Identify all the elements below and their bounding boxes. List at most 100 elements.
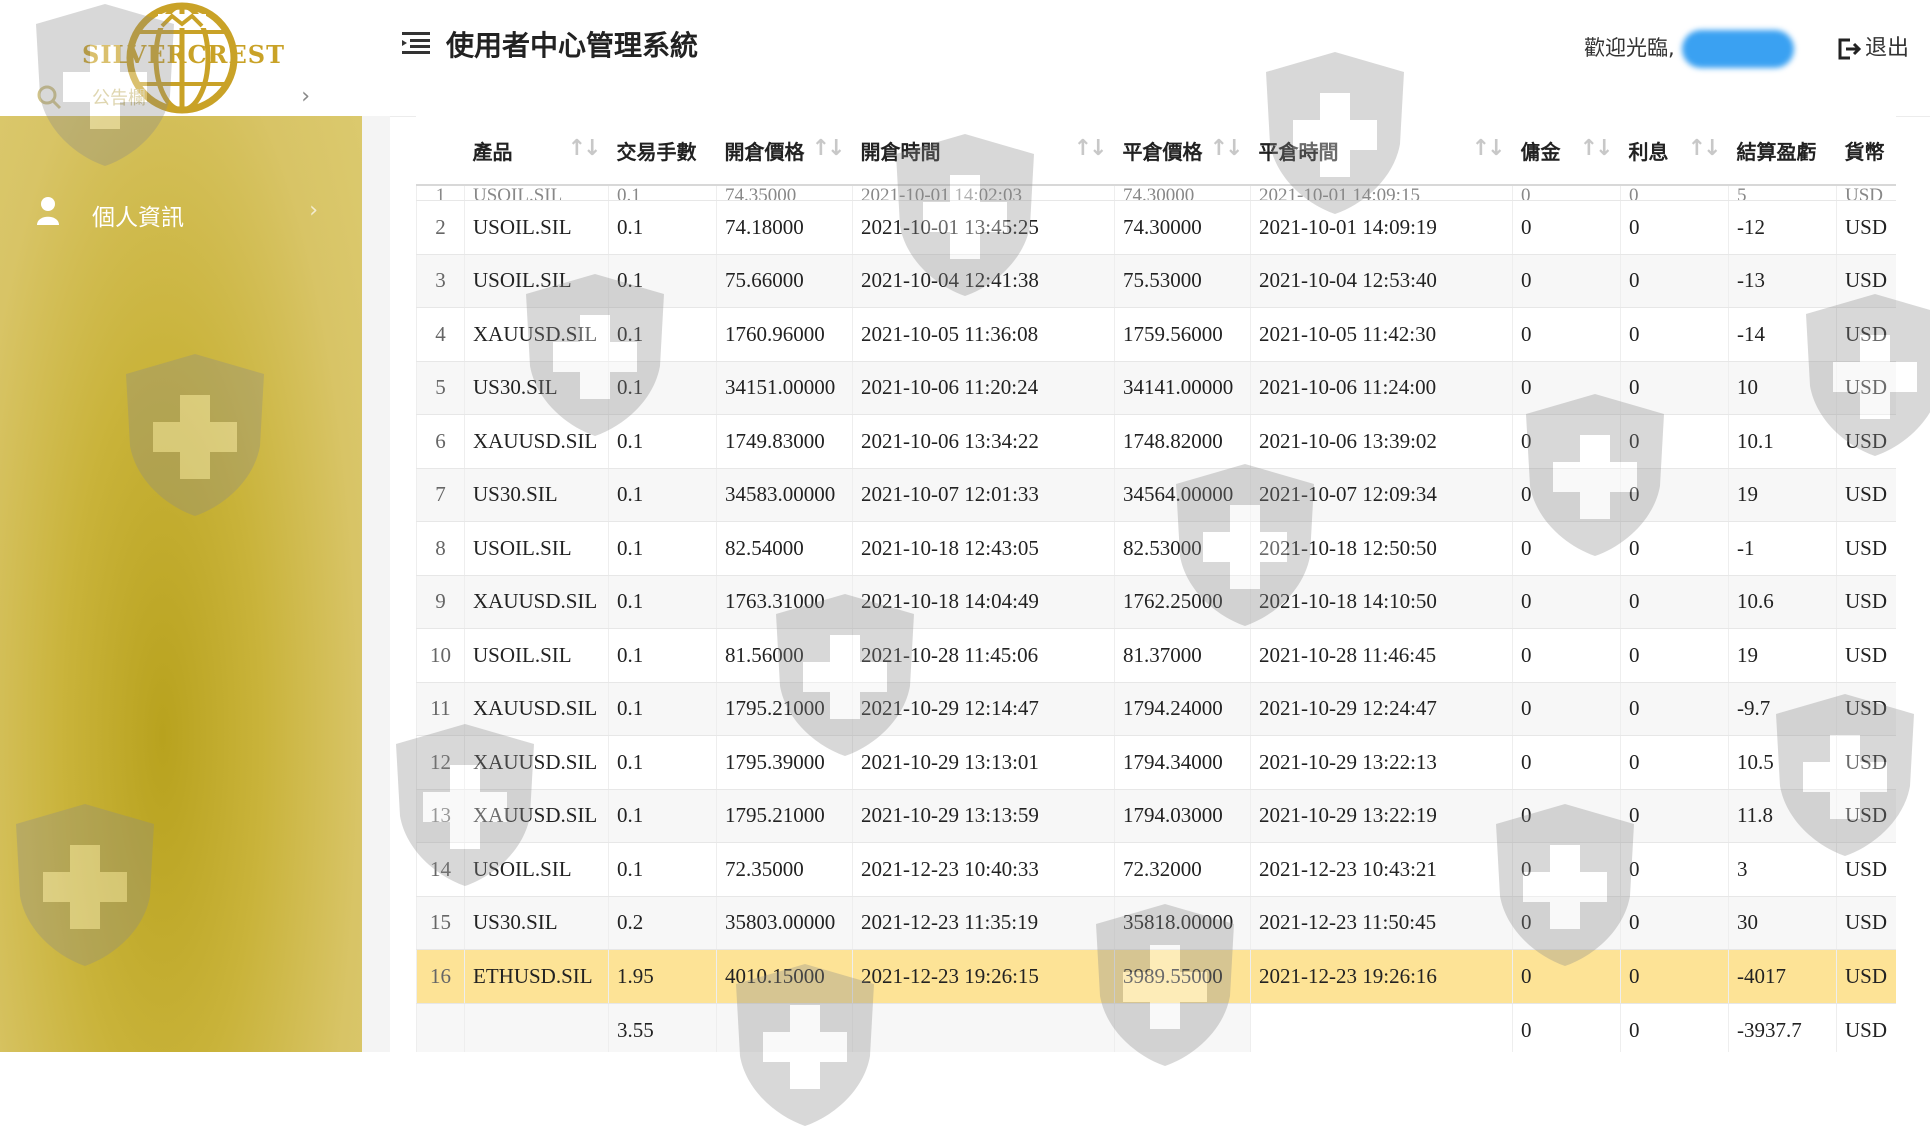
cell-lots: 0.1 — [608, 521, 717, 576]
table-row: 13 XAUUSD.SIL 0.1 1795.21000 2021-10-29 13:1… — [416, 789, 1896, 843]
cell-product: USOIL.SIL — [464, 521, 609, 576]
table-row: 11 XAUUSD.SIL 0.1 1795.21000 2021-10-29 12:1… — [416, 682, 1896, 736]
cell-open-time: 2021-10-18 14:04:49 — [852, 575, 1115, 629]
cell-open-time: 2021-12-23 19:26:15 — [852, 949, 1115, 1004]
cell-lots: 0.2 — [608, 896, 717, 950]
cell-interest: 0 — [1620, 307, 1729, 362]
cell-close-time: 2021-10-28 11:46:45 — [1250, 628, 1513, 683]
sidebar-item-label: 個人資訊 — [92, 205, 184, 231]
cell-commission: 0 — [1512, 575, 1621, 629]
cell-currency: USD — [1836, 468, 1896, 522]
column-header-close-price[interactable]: 平倉價格 ↑↓ — [1114, 116, 1251, 186]
cell-interest: 0 — [1620, 414, 1729, 469]
cell-row-index: 11 — [416, 682, 465, 736]
cell-currency: USD — [1836, 842, 1896, 897]
cell-lots: 0.1 — [608, 682, 717, 736]
column-header-commission[interactable]: 傭金 ↑↓ — [1512, 116, 1621, 186]
cell-interest: 0 — [1620, 200, 1729, 255]
sort-icon[interactable]: ↑↓ — [1688, 136, 1722, 161]
table-row: 9 XAUUSD.SIL 0.1 1763.31000 2021-10-18 14:04… — [416, 575, 1896, 629]
cell-open-price: 34151.00000 — [716, 361, 853, 415]
logout-icon — [1838, 38, 1862, 60]
cell-open-price: 72.35000 — [716, 842, 853, 897]
column-header-interest[interactable]: 利息 ↑↓ — [1620, 116, 1729, 186]
cell-open-price: 82.54000 — [716, 521, 853, 576]
sidebar-item-personal-info[interactable]: 個人資訊 › — [0, 196, 362, 236]
cell-interest: 0 — [1620, 628, 1729, 683]
cell-product: XAUUSD.SIL — [464, 575, 609, 629]
column-header-product[interactable]: 產品 ↑↓ — [464, 116, 609, 186]
cell-interest: 0 — [1620, 468, 1729, 522]
cell-open-time: 2021-10-01 13:45:25 — [852, 200, 1115, 255]
cell-close-time: 2021-10-18 14:10:50 — [1250, 575, 1513, 629]
column-header-close-time[interactable]: 平倉時間 ↑↓ — [1250, 116, 1513, 186]
cell-commission: 0 — [1512, 896, 1621, 950]
sort-icon[interactable]: ↑↓ — [1472, 136, 1506, 161]
column-header-lots[interactable]: 交易手數 — [608, 116, 717, 186]
cell-close-price: 75.53000 — [1114, 254, 1251, 308]
cell-interest: 0 — [1620, 254, 1729, 308]
table-row: 5 US30.SIL 0.1 34151.00000 2021-10-06 11:20:… — [416, 361, 1896, 415]
cell-product: USOIL.SIL — [464, 842, 609, 897]
cell-commission: 0 — [1512, 521, 1621, 576]
table-row: 14 USOIL.SIL 0.1 72.35000 2021-12-23 10:40:3… — [416, 842, 1896, 897]
table-row: 7 US30.SIL 0.1 34583.00000 2021-10-07 12:01:… — [416, 468, 1896, 522]
cell-pnl: -14 — [1728, 307, 1837, 362]
cell-close-time: 2021-12-23 11:50:45 — [1250, 896, 1513, 950]
cell-pnl: 30 — [1728, 896, 1837, 950]
cell-pnl: 19 — [1728, 468, 1837, 522]
cell-commission: 0 — [1512, 254, 1621, 308]
cell-close-price: 1794.24000 — [1114, 682, 1251, 736]
sidebar-item-announcement[interactable]: 公告欄 › — [30, 84, 330, 112]
column-header-currency[interactable]: 貨幣 — [1836, 116, 1896, 186]
trade-history-table: 產品 ↑↓ 交易手數 開倉價格 ↑↓ 開倉時間 ↑↓ 平倉價格 ↑↓ 平倉時間 ↑↓ 傭金… — [416, 116, 1896, 1052]
table-row: 15 US30.SIL 0.2 35803.00000 2021-12-23 11:35… — [416, 896, 1896, 950]
cell-interest: 0 — [1620, 682, 1729, 736]
cell-currency: USD — [1836, 361, 1896, 415]
table-row-partial: 1 USOIL.SIL 0.1 74.35000 2021-10-01 14:0… — [416, 185, 1896, 201]
table-row: 6 XAUUSD.SIL 0.1 1749.83000 2021-10-06 13:34… — [416, 414, 1896, 469]
cell-currency: USD — [1836, 200, 1896, 255]
cell-product: XAUUSD.SIL — [464, 307, 609, 362]
column-header-pnl[interactable]: 結算盈虧 — [1728, 116, 1837, 186]
cell-open-price: 35803.00000 — [716, 896, 853, 950]
cell-open-price: 75.66000 — [716, 254, 853, 308]
sort-icon[interactable]: ↑↓ — [1210, 136, 1244, 161]
cell-close-price: 3989.55000 — [1114, 949, 1251, 1004]
sort-icon[interactable]: ↑↓ — [812, 136, 846, 161]
cell-row-index: 5 — [416, 361, 465, 415]
cell-close-time: 2021-10-29 12:24:47 — [1250, 682, 1513, 736]
cell-close-price: 1762.25000 — [1114, 575, 1251, 629]
sort-icon[interactable]: ↑↓ — [568, 136, 602, 161]
cell-close-time: 2021-10-05 11:42:30 — [1250, 307, 1513, 362]
total-commission: 0 — [1512, 1003, 1621, 1052]
table-row: 12 XAUUSD.SIL 0.1 1795.39000 2021-10-29 13:1… — [416, 735, 1896, 790]
cell-row-index: 8 — [416, 521, 465, 576]
sort-icon[interactable]: ↑↓ — [1074, 136, 1108, 161]
cell-lots: 0.1 — [608, 254, 717, 308]
cell-product: US30.SIL — [464, 896, 609, 950]
cell-interest: 0 — [1620, 949, 1729, 1004]
sidebar: SILVERCREST 公告欄 › 個人資訊 › — [0, 0, 362, 1052]
redacted-username — [1682, 30, 1794, 68]
cell-currency: USD — [1836, 254, 1896, 308]
sort-icon[interactable]: ↑↓ — [1580, 136, 1614, 161]
content-gutter — [362, 116, 390, 1052]
cell-commission: 0 — [1512, 200, 1621, 255]
column-header-open-price[interactable]: 開倉價格 ↑↓ — [716, 116, 853, 186]
logout-button[interactable]: 退出 — [1837, 30, 1909, 62]
total-lots: 3.55 — [608, 1003, 717, 1052]
cell-close-time: 2021-12-23 19:26:16 — [1250, 949, 1513, 1004]
cell-row-index: 16 — [416, 949, 465, 1004]
cell-close-price: 74.30000 — [1114, 200, 1251, 255]
cell-lots: 0.1 — [608, 307, 717, 362]
cell-close-time: 2021-12-23 10:43:21 — [1250, 842, 1513, 897]
cell-close-time: 2021-10-29 13:22:19 — [1250, 789, 1513, 843]
cell-currency: USD — [1836, 682, 1896, 736]
cell-interest: 0 — [1620, 735, 1729, 790]
cell-open-time: 2021-10-29 13:13:59 — [852, 789, 1115, 843]
cell-interest: 0 — [1620, 361, 1729, 415]
cell-row-index: 13 — [416, 789, 465, 843]
column-header-open-time[interactable]: 開倉時間 ↑↓ — [852, 116, 1115, 186]
menu-lines-icon[interactable] — [402, 30, 430, 54]
